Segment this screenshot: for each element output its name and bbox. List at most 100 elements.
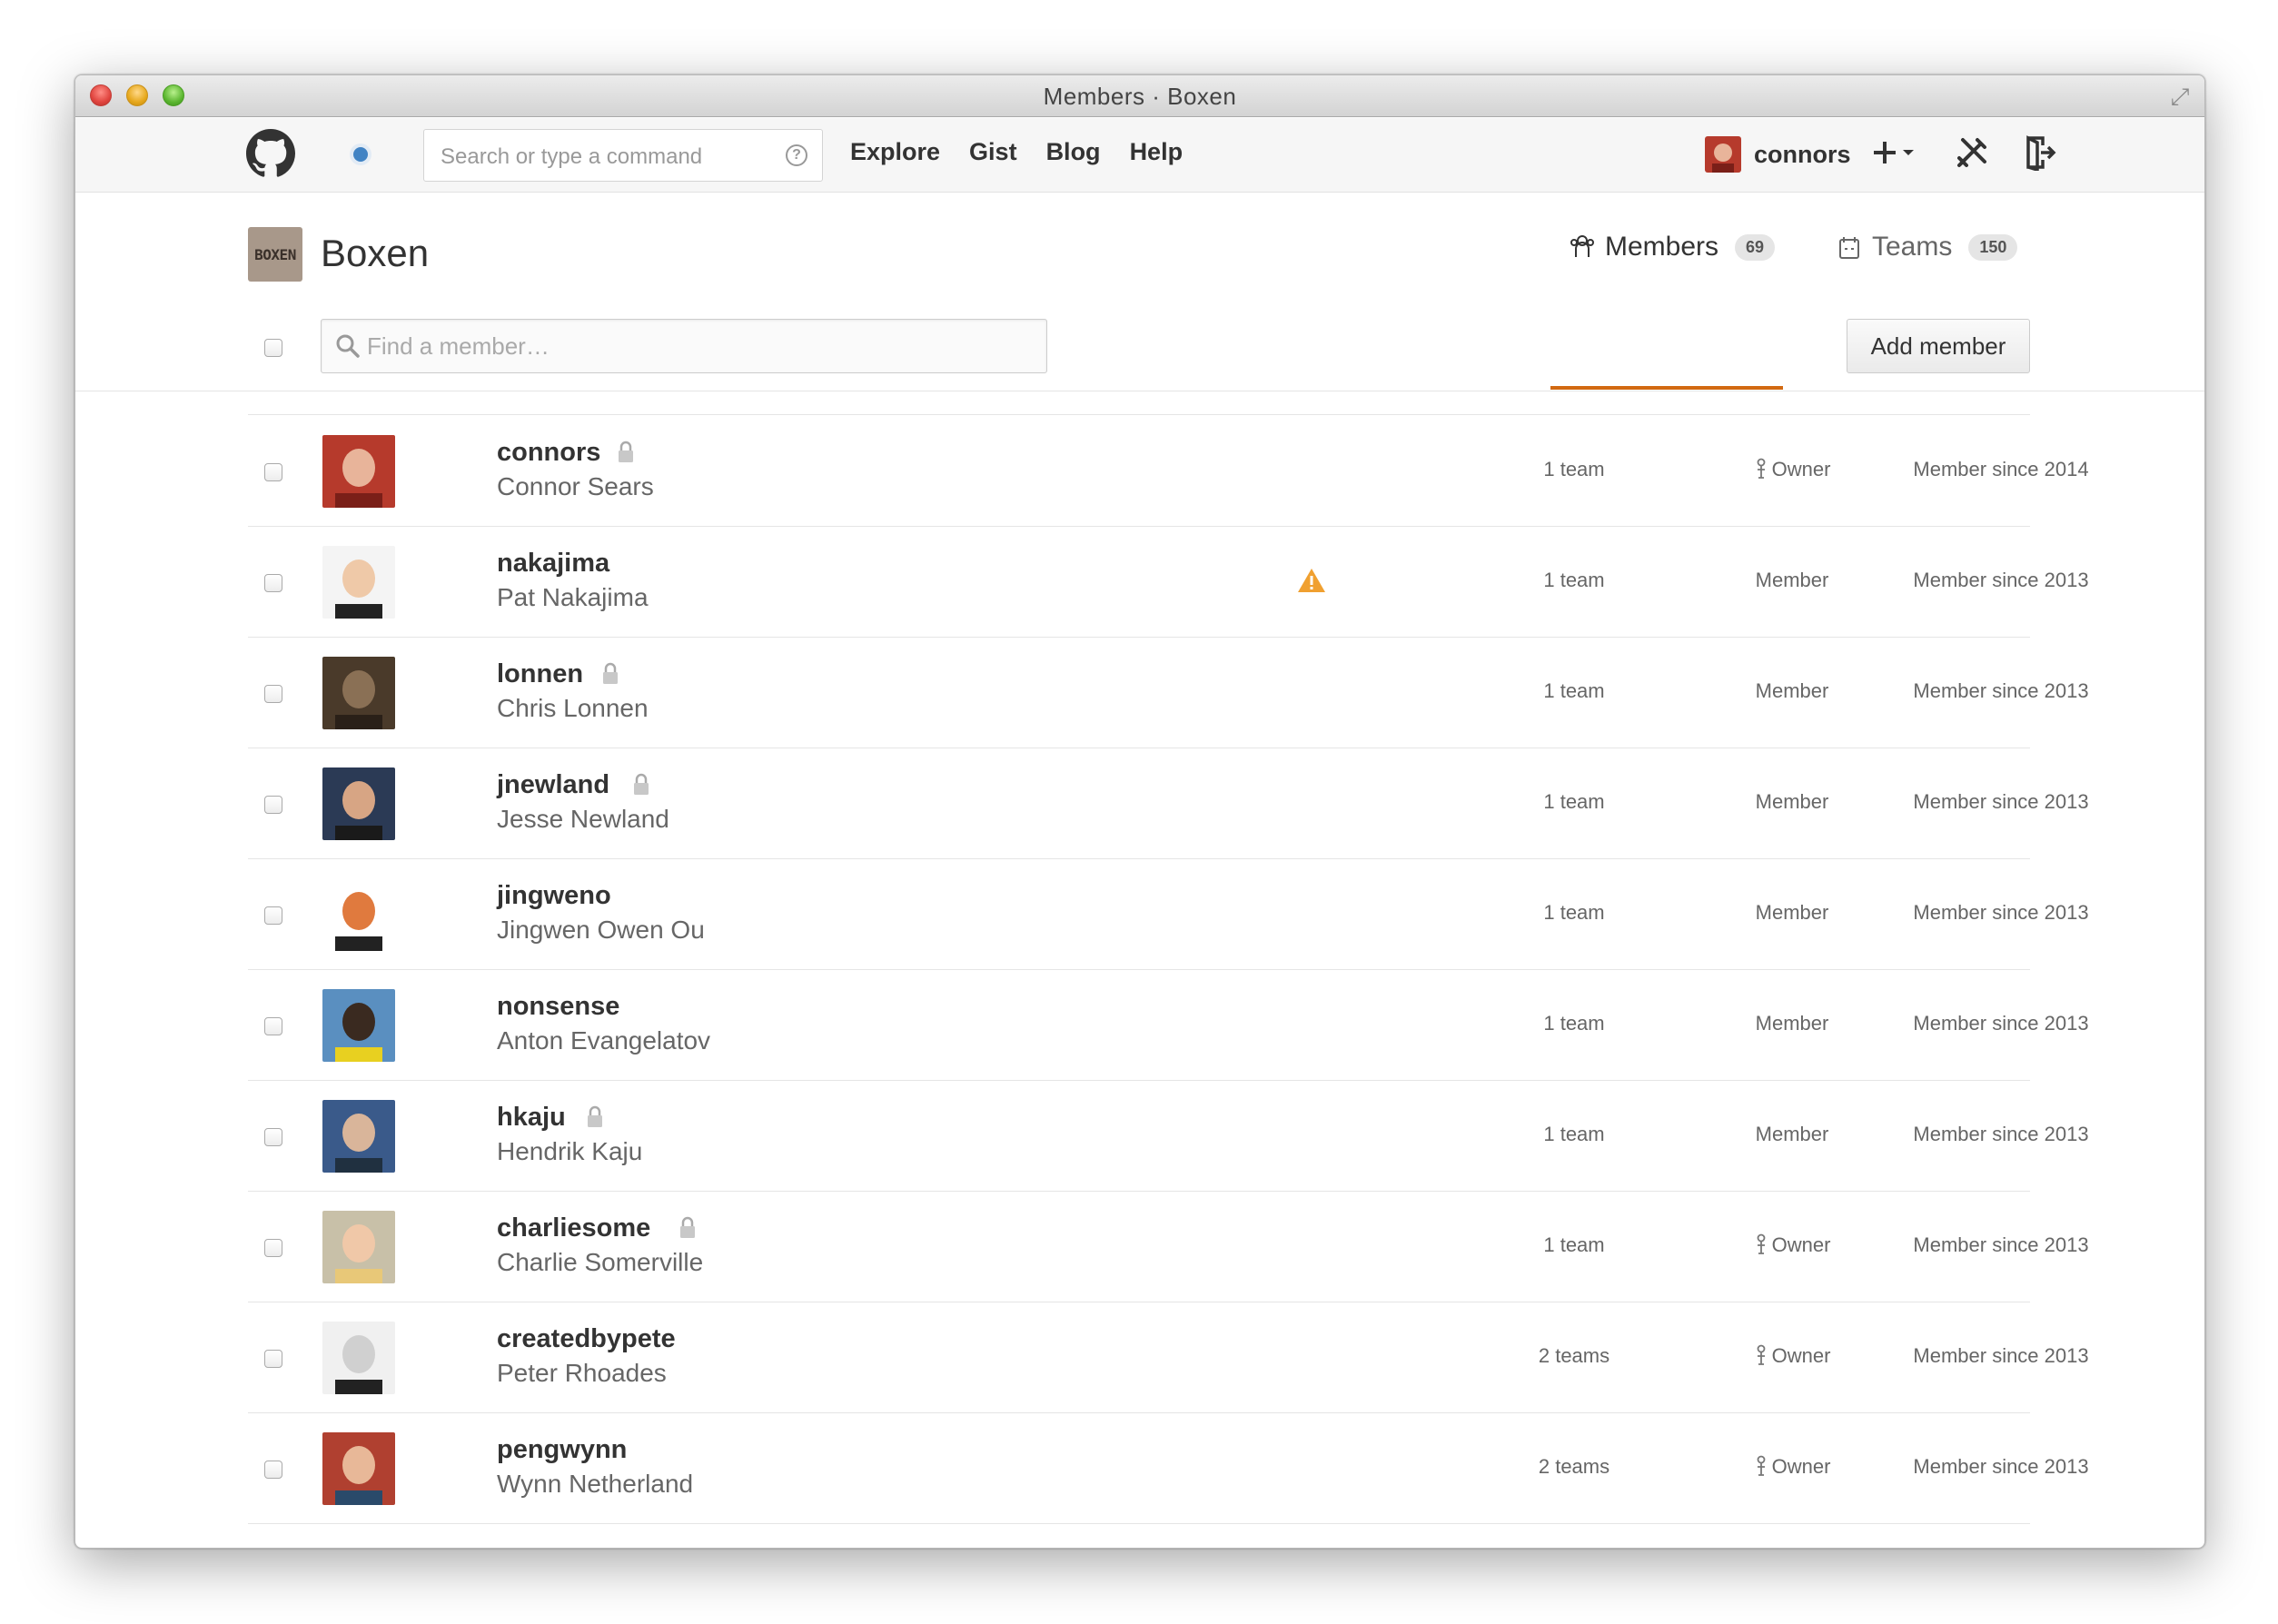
member-login[interactable]: nakajima [497, 549, 609, 579]
top-navigation: Search or type a command ? Explore Gist … [75, 118, 2204, 193]
member-role-label: Member [1755, 1012, 1829, 1035]
member-full-name: Pat Nakajima [497, 583, 649, 611]
nav-link-explore[interactable]: Explore [850, 138, 940, 166]
member-avatar[interactable] [322, 767, 395, 840]
member-row[interactable]: nakajima Pat Nakajima 1 team Member Memb… [248, 527, 2089, 638]
member-select-checkbox[interactable] [264, 574, 282, 592]
member-avatar[interactable] [322, 546, 395, 619]
member-row[interactable]: jnewland Jesse Newland 1 team Member Mem… [248, 748, 2089, 859]
tab-members[interactable]: Members 69 [1569, 232, 1776, 262]
member-team-count[interactable]: 1 team [1465, 901, 1683, 925]
org-name[interactable]: Boxen [321, 232, 429, 275]
member-avatar[interactable] [322, 878, 395, 951]
member-role[interactable]: Member [1683, 1012, 1901, 1035]
member-avatar[interactable] [322, 435, 395, 508]
member-login[interactable]: jingweno [497, 881, 611, 911]
member-full-name: Jingwen Owen Ou [497, 916, 705, 944]
member-select-checkbox[interactable] [264, 1461, 282, 1479]
tab-teams-label: Teams [1872, 232, 1953, 262]
warning-icon[interactable] [1297, 567, 1326, 594]
current-username[interactable]: connors [1754, 141, 1851, 169]
member-avatar[interactable] [322, 1322, 395, 1394]
member-avatar[interactable] [322, 989, 395, 1062]
find-member-input[interactable]: Find a member… [321, 319, 1047, 373]
member-since: Member since 2013 [1913, 569, 2089, 591]
member-since: Member since 2013 [1913, 1012, 2089, 1035]
site-search-input[interactable]: Search or type a command ? [423, 129, 823, 182]
member-row[interactable]: lonnen Chris Lonnen 1 team Member Member… [248, 638, 2089, 748]
settings-tools-icon[interactable] [1952, 133, 1992, 173]
member-full-name: Jesse Newland [497, 805, 669, 833]
nav-link-gist[interactable]: Gist [969, 138, 1017, 166]
member-team-count[interactable]: 1 team [1465, 569, 1683, 592]
member-row[interactable]: charliesome Charlie Somerville 1 team Ow… [248, 1192, 2089, 1302]
member-select-checkbox[interactable] [264, 685, 282, 703]
member-login[interactable]: lonnen [497, 659, 583, 689]
member-role[interactable]: Member [1683, 679, 1901, 703]
member-full-name: Chris Lonnen [497, 694, 649, 722]
member-full-name: Wynn Netherland [497, 1470, 694, 1498]
member-avatar[interactable] [322, 1432, 395, 1505]
member-row[interactable]: hkaju Hendrik Kaju 1 team Member Member … [248, 1081, 2089, 1192]
member-team-count[interactable]: 1 team [1465, 458, 1683, 481]
member-team-count[interactable]: 2 teams [1465, 1344, 1683, 1368]
sign-out-icon[interactable] [2019, 133, 2059, 173]
member-role[interactable]: Owner [1683, 1455, 1901, 1479]
people-icon [1570, 235, 1594, 257]
member-row[interactable]: nonsense Anton Evangelatov 1 team Member… [248, 970, 2089, 1081]
member-login[interactable]: nonsense [497, 992, 619, 1022]
member-login[interactable]: jnewland [497, 770, 609, 800]
member-select-checkbox[interactable] [264, 1239, 282, 1257]
member-row[interactable]: connors Connor Sears 1 team Owner Member… [248, 416, 2089, 527]
member-team-count[interactable]: 1 team [1465, 1012, 1683, 1035]
member-team-count[interactable]: 2 teams [1465, 1455, 1683, 1479]
member-row[interactable]: createdbypete Peter Rhoades 2 teams Owne… [248, 1302, 2089, 1413]
nav-link-blog[interactable]: Blog [1046, 138, 1101, 166]
user-menu[interactable]: connors [1705, 136, 1851, 173]
member-list: connors Connor Sears 1 team Owner Member… [248, 416, 2089, 1524]
member-login[interactable]: connors [497, 438, 600, 468]
member-select-checkbox[interactable] [264, 1017, 282, 1035]
member-role[interactable]: Member [1683, 569, 1901, 592]
member-role[interactable]: Owner [1683, 1344, 1901, 1368]
member-login[interactable]: createdbypete [497, 1324, 676, 1354]
member-select-checkbox[interactable] [264, 463, 282, 481]
member-role-label: Member [1755, 1123, 1829, 1145]
member-avatar[interactable] [322, 1100, 395, 1173]
nav-link-help[interactable]: Help [1130, 138, 1184, 166]
member-select-checkbox[interactable] [264, 906, 282, 925]
member-row[interactable]: jingweno Jingwen Owen Ou 1 team Member M… [248, 859, 2089, 970]
member-role[interactable]: Owner [1683, 1233, 1901, 1257]
member-role[interactable]: Member [1683, 1123, 1901, 1146]
user-avatar[interactable] [1705, 136, 1741, 173]
member-row[interactable]: pengwynn Wynn Netherland 2 teams Owner M… [248, 1413, 2089, 1524]
tab-teams[interactable]: Teams 150 [1836, 232, 2018, 262]
member-team-count[interactable]: 1 team [1465, 1123, 1683, 1146]
member-avatar[interactable] [322, 657, 395, 729]
question-mark-icon[interactable]: ? [786, 144, 807, 166]
member-team-count[interactable]: 1 team [1465, 679, 1683, 703]
member-select-checkbox[interactable] [264, 796, 282, 814]
member-select-checkbox[interactable] [264, 1128, 282, 1146]
member-role[interactable]: Member [1683, 901, 1901, 925]
notification-indicator-icon[interactable] [353, 147, 368, 162]
member-since: Member since 2013 [1913, 1455, 2089, 1478]
member-login[interactable]: charliesome [497, 1213, 650, 1243]
github-octocat-icon[interactable] [246, 129, 295, 178]
primary-nav-links: Explore Gist Blog Help [850, 138, 1183, 166]
member-role[interactable]: Member [1683, 790, 1901, 814]
members-toolbar: Find a member… Add member [248, 302, 2030, 415]
member-avatar[interactable] [322, 1211, 395, 1283]
select-all-checkbox[interactable] [264, 339, 282, 357]
add-member-button[interactable]: Add member [1847, 319, 2030, 373]
member-team-count[interactable]: 1 team [1465, 1233, 1683, 1257]
member-select-checkbox[interactable] [264, 1350, 282, 1368]
member-login[interactable]: hkaju [497, 1103, 566, 1133]
fullscreen-icon[interactable]: ⤢ [2166, 83, 2194, 110]
org-logo[interactable]: BOXEN [248, 227, 302, 282]
member-role-label: Owner [1771, 1455, 1831, 1478]
create-new-plus-icon[interactable] [1870, 133, 1925, 173]
member-role[interactable]: Owner [1683, 458, 1901, 481]
member-login[interactable]: pengwynn [497, 1435, 627, 1465]
member-team-count[interactable]: 1 team [1465, 790, 1683, 814]
